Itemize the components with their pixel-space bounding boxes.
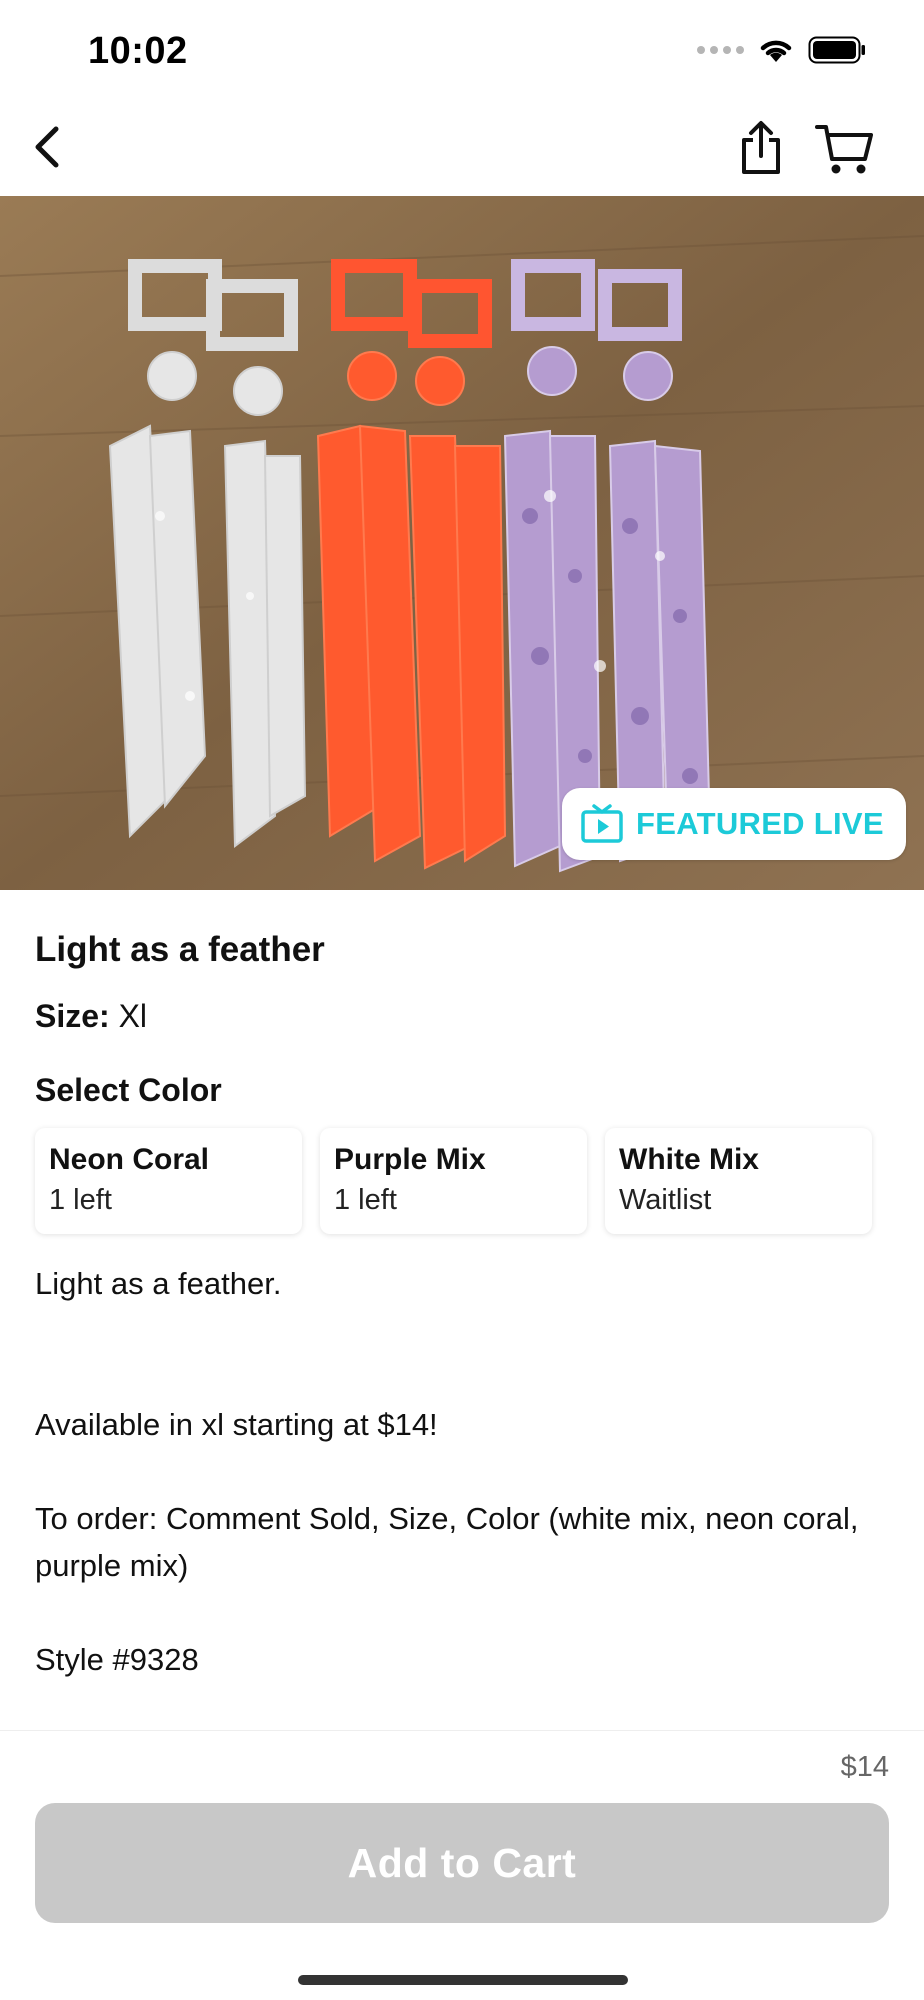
size-label: Size: (35, 998, 110, 1034)
color-stock: Waitlist (619, 1184, 712, 1216)
battery-icon (808, 36, 865, 64)
color-stock: 1 left (49, 1184, 112, 1216)
status-bar: 10:02 (0, 0, 924, 100)
share-icon (742, 121, 780, 174)
price: $14 (840, 1751, 889, 1783)
wifi-icon (760, 40, 792, 62)
select-color-heading: Select Color (35, 1072, 222, 1108)
featured-live-badge[interactable]: FEATURED LIVE (562, 788, 906, 860)
product-details: Light as a feather Size: Xl Select Color… (0, 890, 924, 1730)
add-to-cart-button[interactable]: Add to Cart (35, 1803, 889, 1923)
earrings-photo (0, 196, 924, 890)
color-name: Purple Mix (334, 1143, 486, 1176)
status-icons (697, 36, 866, 64)
tv-play-icon (581, 804, 623, 843)
bottom-bar: $14 Add to Cart (0, 1730, 924, 2000)
color-option-purple-mix[interactable]: Purple Mix 1 left (320, 1128, 587, 1234)
description-line: Available in xl starting at $14! (35, 1407, 438, 1442)
color-name: Neon Coral (49, 1143, 210, 1176)
size-value: Xl (118, 998, 148, 1034)
color-name: White Mix (619, 1143, 759, 1176)
product-title: Light as a feather (35, 930, 325, 969)
color-stock: 1 left (334, 1184, 397, 1216)
size-row: Size: Xl (35, 998, 147, 1035)
description-line: To order: Comment Sold, Size, Color (whi… (35, 1501, 859, 1583)
cart-button[interactable] (812, 120, 878, 178)
product-image (0, 196, 924, 890)
status-time: 10:02 (88, 30, 188, 72)
cart-icon (815, 125, 873, 174)
share-button[interactable] (734, 118, 788, 178)
product-description: Light as a feather. Available in xl star… (35, 1260, 895, 1683)
description-line: Light as a feather. (35, 1266, 282, 1301)
home-indicator (298, 1975, 628, 1985)
color-option-white-mix[interactable]: White Mix Waitlist (605, 1128, 872, 1234)
cellular-signal-icon (697, 46, 744, 54)
color-option-neon-coral[interactable]: Neon Coral 1 left (35, 1128, 302, 1234)
description-line: Style #9328 (35, 1642, 199, 1677)
nav-bar (0, 100, 924, 196)
featured-live-label: FEATURED LIVE (636, 806, 884, 841)
chevron-left-icon (35, 126, 59, 168)
back-button[interactable] (22, 122, 72, 172)
color-options: Neon Coral 1 left Purple Mix 1 left Whit… (35, 1128, 872, 1234)
